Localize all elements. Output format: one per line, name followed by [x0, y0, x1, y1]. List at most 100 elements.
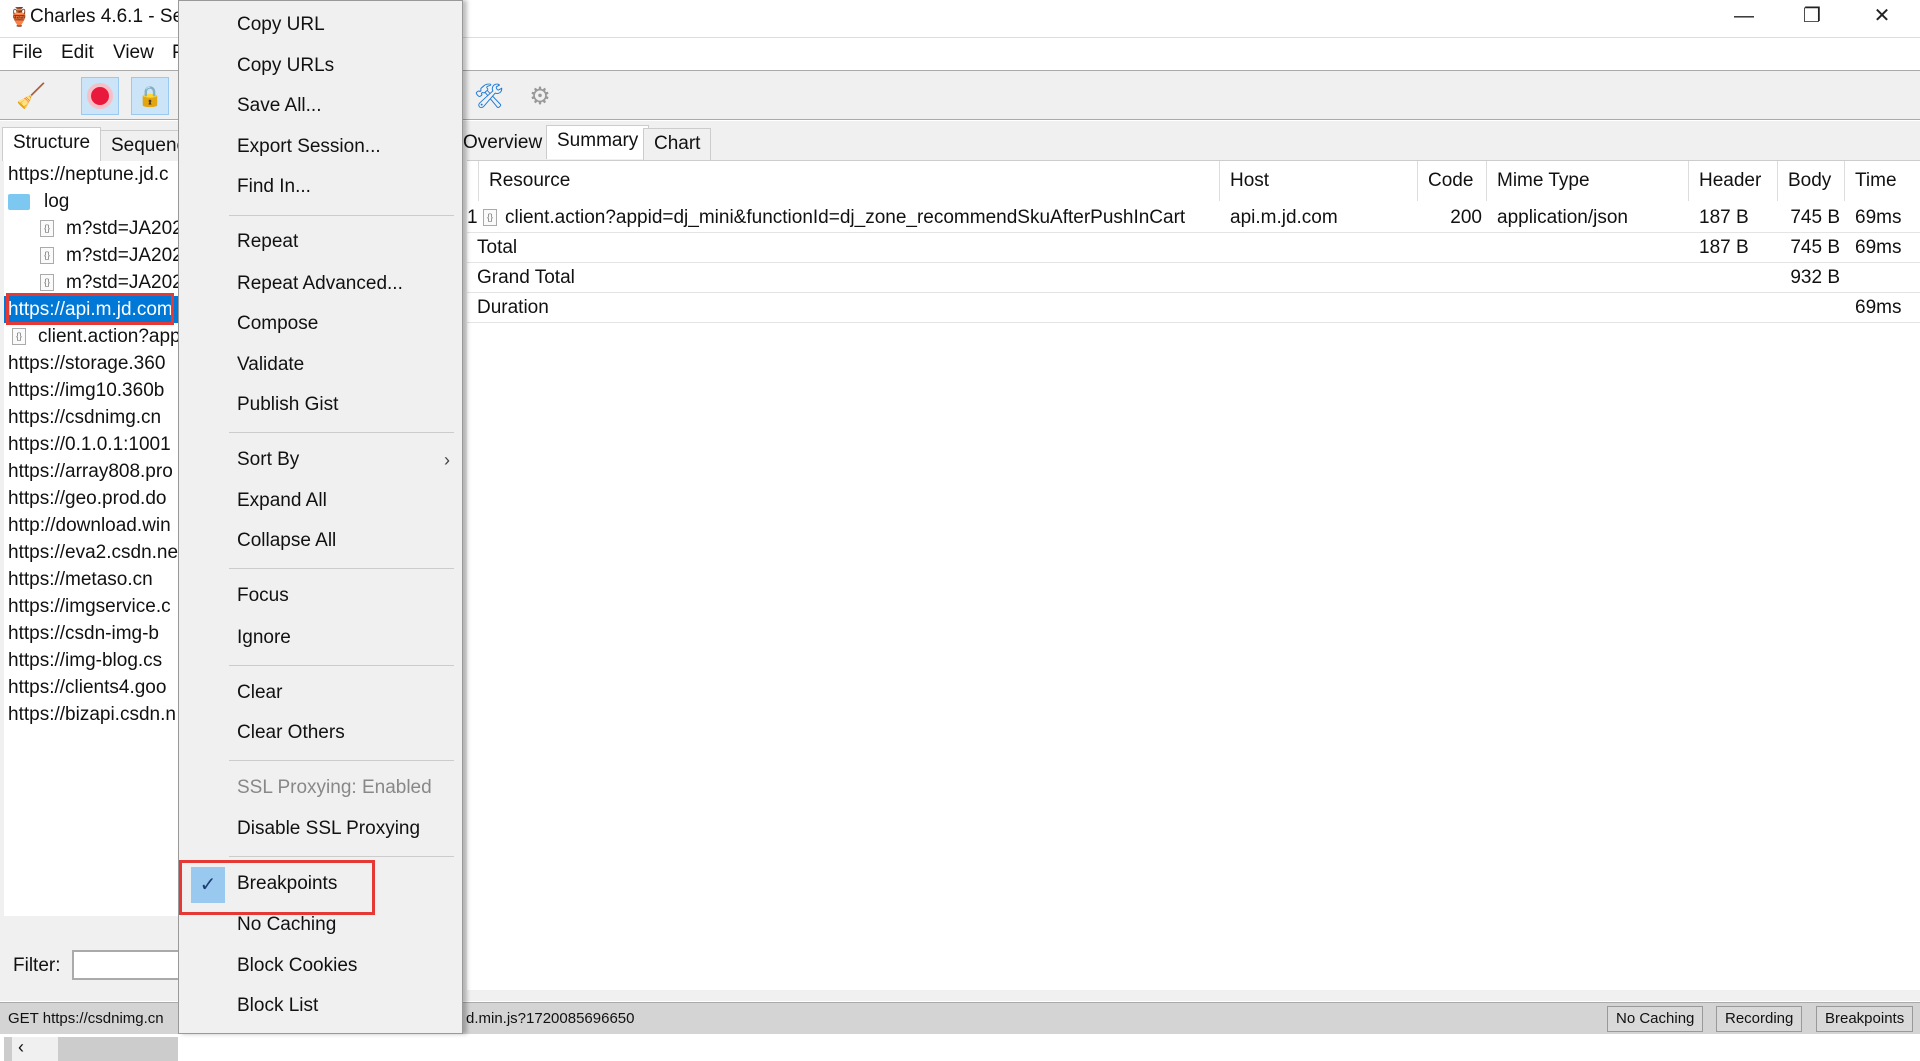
menu-separator — [229, 855, 454, 857]
table-row[interactable]: Duration 69ms — [467, 293, 1920, 323]
cell-text: 745 B — [1790, 207, 1840, 228]
menu-item-ssl-proxying-enabled: SSL Proxying: Enabled — [237, 777, 432, 799]
close-button[interactable]: ✕ — [1852, 0, 1912, 35]
tab-overview[interactable]: Overview — [453, 128, 553, 162]
cell-text: Grand Total — [477, 267, 575, 288]
menu-item-ignore[interactable]: Ignore — [237, 618, 291, 658]
menu-item-repeat[interactable]: Repeat — [237, 222, 298, 262]
col-time[interactable]: Time — [1845, 161, 1920, 201]
record-icon[interactable] — [81, 77, 119, 115]
tree-item[interactable]: http://download.win — [8, 512, 171, 539]
col-body[interactable]: Body — [1778, 161, 1845, 201]
menu-separator — [229, 664, 454, 666]
tree-item[interactable]: https://csdnimg.cn — [8, 404, 161, 431]
filter-input[interactable] — [72, 950, 182, 980]
tree-item[interactable]: https://0.1.0.1:1001 — [8, 431, 171, 458]
recording-status-button[interactable]: Recording — [1716, 1006, 1803, 1032]
menu-item-compose[interactable]: Compose — [237, 304, 318, 344]
menu-item-export-session[interactable]: Export Session... — [237, 127, 381, 167]
restore-button[interactable]: ❐ — [1782, 0, 1842, 35]
ssl-lock-icon[interactable]: 🔒 — [131, 77, 169, 115]
tree-item[interactable]: {} client.action?app — [12, 323, 178, 350]
cell-time: 69ms — [1855, 203, 1920, 233]
tree-item-label: https://eva2.csdn.ne — [8, 542, 178, 563]
gear-icon[interactable]: ⚙ — [521, 77, 559, 115]
tree-item-label: https://geo.prod.do — [8, 488, 167, 509]
tab-summary[interactable]: Summary — [546, 125, 650, 159]
menu-item-disable-ssl-proxying[interactable]: Disable SSL Proxying — [237, 809, 420, 849]
menu-item-save-all[interactable]: Save All... — [237, 86, 322, 126]
menu-item-clear-others[interactable]: Clear Others — [237, 713, 345, 753]
menu-item-breakpoints[interactable]: Breakpoints — [237, 864, 337, 904]
menu-item-publish-gist[interactable]: Publish Gist — [237, 385, 338, 425]
file-icon: {} — [483, 209, 497, 227]
tree-item[interactable]: {} m?std=JA202 — [40, 242, 178, 269]
menu-item-repeat-advanced[interactable]: Repeat Advanced... — [237, 264, 403, 304]
menu-item-clear[interactable]: Clear — [237, 673, 282, 713]
col-resource[interactable]: Resource — [479, 161, 1220, 201]
scroll-left-icon[interactable]: ‹ — [12, 1037, 58, 1061]
tree-item[interactable]: https://img-blog.cs — [8, 647, 162, 674]
filter-label: Filter: — [13, 955, 61, 976]
menu-view[interactable]: View — [113, 42, 154, 64]
col-code[interactable]: Code — [1418, 161, 1487, 201]
table-row[interactable]: 1 {} client.action?appid=dj_mini&functionI… — [467, 203, 1920, 233]
table-row[interactable]: Grand Total 932 B — [467, 263, 1920, 293]
tree-item[interactable]: https://array808.pro — [8, 458, 173, 485]
tools-icon[interactable]: 🛠 — [470, 77, 508, 115]
cell-num: 1 — [467, 203, 478, 233]
menu-item-sort-by[interactable]: Sort By — [237, 440, 299, 480]
col-header[interactable]: Header — [1689, 161, 1778, 201]
minimize-button[interactable]: — — [1714, 0, 1774, 35]
menu-item-focus[interactable]: Focus — [237, 576, 289, 616]
cell-text: application/json — [1497, 207, 1628, 228]
menu-item-block-list[interactable]: Block List — [237, 986, 318, 1026]
menu-item-collapse-all[interactable]: Collapse All — [237, 521, 336, 561]
menu-item-block-cookies[interactable]: Block Cookies — [237, 946, 357, 986]
tree-item[interactable]: {} m?std=JA202 — [40, 269, 178, 296]
menu-separator — [229, 215, 454, 217]
tab-structure[interactable]: Structure — [2, 127, 102, 161]
menu-edit[interactable]: Edit — [61, 42, 94, 64]
broom-icon[interactable]: 🧹 — [12, 77, 50, 115]
tree-item[interactable]: https://bizapi.csdn.n — [8, 701, 176, 728]
menu-item-copy-urls[interactable]: Copy URLs — [237, 46, 334, 86]
menu-item-copy-url[interactable]: Copy URL — [237, 5, 325, 45]
tree-item[interactable]: {} m?std=JA202 — [40, 215, 178, 242]
horizontal-scrollbar[interactable]: ‹ — [4, 1037, 178, 1061]
tree-item-label: https://metaso.cn — [8, 569, 153, 590]
col-mime-type[interactable]: Mime Type — [1487, 161, 1689, 201]
tab-chart[interactable]: Chart — [643, 128, 712, 162]
tree-item[interactable]: log — [8, 188, 69, 215]
cell-body: 932 B — [1778, 263, 1840, 293]
tree-item[interactable]: https://eva2.csdn.ne — [8, 539, 178, 566]
menu-item-validate[interactable]: Validate — [237, 345, 304, 385]
table-row[interactable]: Total 187 B 745 B 69ms — [467, 233, 1920, 263]
tree-item[interactable]: https://img10.360b — [8, 377, 164, 404]
tree-item[interactable]: https://neptune.jd.c — [8, 161, 169, 188]
status-request-tail: d.min.js?1720085696650 — [466, 1010, 635, 1027]
folder-icon — [8, 193, 30, 210]
tree-item[interactable]: https://geo.prod.do — [8, 485, 166, 512]
menu-item-expand-all[interactable]: Expand All — [237, 481, 327, 521]
tree-item[interactable]: https://csdn-img-b — [8, 620, 159, 647]
cell-resource: Grand Total — [477, 263, 1207, 293]
structure-panel: Structure Sequence https://neptune.jd.c l… — [0, 121, 208, 1061]
file-icon: {} — [40, 247, 54, 265]
menu-item-no-caching[interactable]: No Caching — [237, 905, 336, 945]
cell-resource: Total — [477, 233, 1207, 263]
cell-text: 69ms — [1855, 237, 1902, 258]
no-caching-status-button[interactable]: No Caching — [1607, 1006, 1704, 1032]
menu-item-find-in[interactable]: Find In... — [237, 167, 311, 207]
col-host[interactable]: Host — [1220, 161, 1418, 201]
breakpoints-status-button[interactable]: Breakpoints — [1816, 1006, 1914, 1032]
tree-item[interactable]: https://clients4.goo — [8, 674, 166, 701]
tree-item[interactable]: https://metaso.cn — [8, 566, 153, 593]
menu-file[interactable]: File — [12, 42, 43, 64]
cell-time: 69ms — [1855, 293, 1920, 323]
file-icon: {} — [40, 274, 54, 292]
cell-host: api.m.jd.com — [1230, 203, 1420, 233]
tree-item[interactable]: https://imgservice.c — [8, 593, 171, 620]
tree-item[interactable]: https://storage.360 — [8, 350, 165, 377]
tree-item-label: https://array808.pro — [8, 461, 173, 482]
